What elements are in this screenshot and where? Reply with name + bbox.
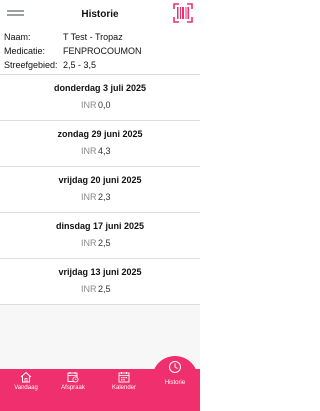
entry-value: 4,3 [98,146,111,156]
entry-date: vrijdag 13 juni 2025 [58,267,142,277]
entry-value: 2,3 [98,192,111,202]
page-title: Historie [81,9,119,20]
patient-name-row: Naam: T Test - Tropaz [4,30,196,44]
clock-icon [169,361,181,373]
home-icon [20,371,32,383]
medication-row: Medicatie: FENPROCOUMON [4,44,196,58]
nav-item-vandaag[interactable]: Vandaag [6,371,46,391]
nav-label: Kalender [111,385,137,391]
entry-date: zondag 29 juni 2025 [57,129,143,139]
nav-label: Afspraak [61,385,85,391]
list-item[interactable]: zondag 29 juni 2025 INR 4,3 [0,121,200,167]
patient-info: Naam: T Test - Tropaz Medicatie: FENPROC… [4,30,196,72]
list-item[interactable]: donderdag 3 juli 2025 INR 0,0 [0,75,200,121]
calendar-icon [118,372,130,383]
barcode-scan-icon[interactable] [173,3,193,23]
top-bar: Historie [0,0,200,27]
target-range-row: Streefgebied: 2,5 - 3,5 [4,58,196,72]
entry-value: 2,5 [98,238,111,248]
medication-value: FENPROCOUMON [63,46,142,56]
entry-date: donderdag 3 juli 2025 [53,83,147,93]
entry-value: 2,5 [98,284,111,294]
entry-value: 0,0 [98,100,111,110]
entry-label: INR [81,192,97,202]
entry-date: vrijdag 20 juni 2025 [58,175,142,185]
entry-label: INR [81,100,97,110]
medication-label: Medicatie: [4,46,46,56]
nav-label: Vandaag [14,385,38,391]
nav-item-kalender[interactable]: Kalender [104,371,144,391]
list-item[interactable]: vrijdag 20 juni 2025 INR 2,3 [0,167,200,213]
entry-label: INR [81,238,97,248]
name-value: T Test - Tropaz [63,32,123,42]
entry-date: dinsdag 17 juni 2025 [55,221,145,231]
nav-item-historie[interactable]: Historie [155,360,195,386]
calendar-clock-icon [67,372,79,383]
list-item[interactable]: dinsdag 17 juni 2025 INR 2,5 [0,213,200,259]
target-range-value: 2,5 - 3,5 [63,60,97,70]
entry-label: INR [81,284,97,294]
name-label: Naam: [4,32,31,42]
entry-label: INR [81,146,97,156]
list-item[interactable]: vrijdag 13 juni 2025 INR 2,5 [0,259,200,305]
history-list[interactable]: donderdag 3 juli 2025 INR 0,0 zondag 29 … [0,75,200,369]
nav-label: Historie [164,380,186,386]
nav-item-afspraak[interactable]: Afspraak [53,371,93,391]
target-range-label: Streefgebied: [4,60,58,70]
